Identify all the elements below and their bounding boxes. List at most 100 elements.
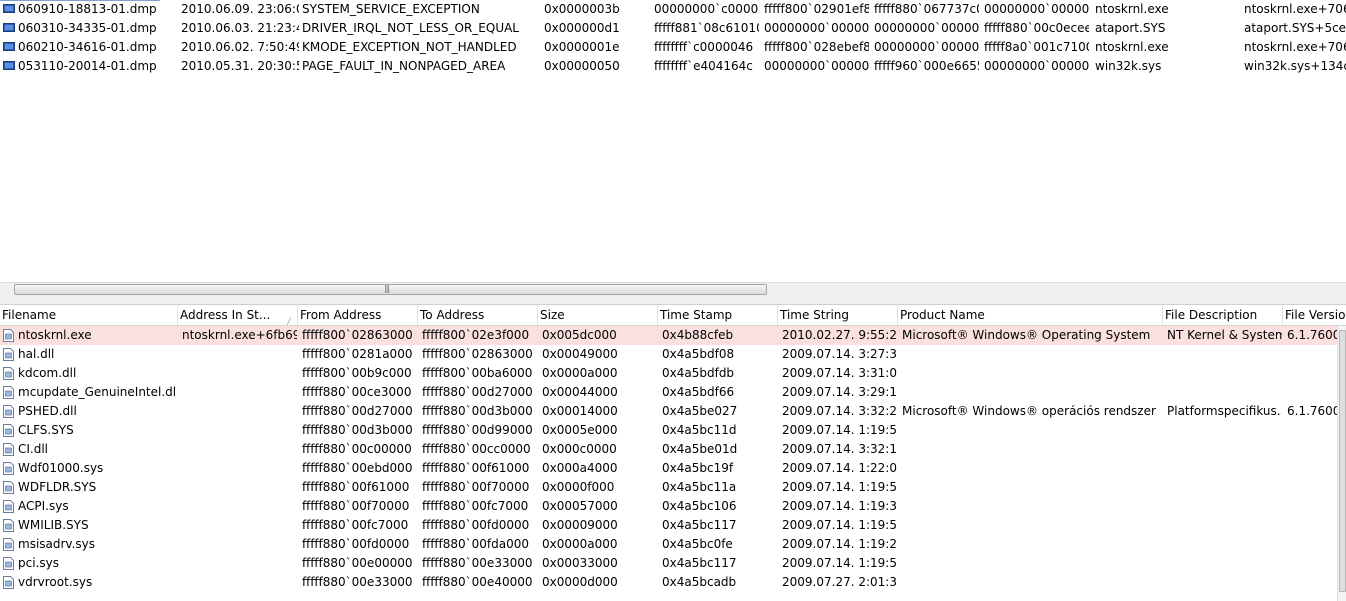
- column-header-filename[interactable]: Filename: [0, 305, 178, 325]
- column-header-from-address[interactable]: From Address: [298, 305, 418, 325]
- module-cell-filename: ACPI.sys: [18, 500, 69, 513]
- module-row[interactable]: Wdf01000.sys fffff880`00ebd000 fffff880`00…: [0, 459, 1346, 478]
- crash-dump-row[interactable]: 053110-20014-01.dmp 2010.05.31. 20:30:50 P…: [0, 57, 1346, 76]
- crash-cell-bug-check: SYSTEM_SERVICE_EXCEPTION: [302, 3, 480, 16]
- column-label: Time String: [780, 308, 849, 322]
- scrollbar-thumb[interactable]: [14, 284, 767, 295]
- module-cell-time: 2009.07.14. 1:19:34: [782, 500, 897, 513]
- module-cell-time: 2009.07.14. 3:32:13: [782, 443, 897, 456]
- module-cell-from: fffff800`0281a000: [302, 348, 413, 361]
- module-cell-time: 2009.07.14. 1:19:26: [782, 538, 897, 551]
- dump-file-icon: [3, 42, 15, 51]
- module-cell-to: fffff880`00d27000: [422, 386, 533, 399]
- module-cell-size: 0x0000a000: [542, 367, 618, 380]
- module-cell-addr-in-stack: ntoskrnl.exe+6fb69: [182, 329, 297, 342]
- module-cell-size: 0x00044000: [542, 386, 618, 399]
- module-cell-desc: NT Kernel & System: [1167, 329, 1282, 342]
- crash-dump-row[interactable]: 060210-34616-01.dmp 2010.06.02. 7:50:49 KM…: [0, 38, 1346, 57]
- crash-cell-p1: fffff881`08c61010: [654, 22, 759, 35]
- crash-cell-driver: ntoskrnl.exe: [1095, 41, 1169, 54]
- column-header-time-stamp[interactable]: Time Stamp: [658, 305, 778, 325]
- dump-file-icon: [3, 4, 15, 13]
- crash-cell-driver: ntoskrnl.exe: [1095, 3, 1169, 16]
- crash-cell-address: win32k.sys+134c09: [1244, 60, 1346, 73]
- crash-cell-p4: 00000000`000000...: [984, 3, 1089, 16]
- column-header-time-string[interactable]: Time String: [778, 305, 898, 325]
- module-cell-from: fffff880`00d3b000: [302, 424, 413, 437]
- column-header-file-version[interactable]: File Version: [1283, 305, 1346, 325]
- module-cell-to: fffff800`02863000: [422, 348, 533, 361]
- module-cell-filename: WDFLDR.SYS: [18, 481, 97, 494]
- module-cell-to: fffff880`00fd0000: [422, 519, 530, 532]
- column-header-file-description[interactable]: File Description: [1163, 305, 1283, 325]
- module-row[interactable]: PSHED.dll fffff880`00d27000 fffff880`00d3b…: [0, 402, 1346, 421]
- crash-cell-p1: 00000000`c00000...: [654, 3, 759, 16]
- module-row[interactable]: WMILIB.SYS fffff880`00fc7000 fffff880`00fd…: [0, 516, 1346, 535]
- crash-cell-time: 2010.06.09. 23:06:09: [181, 3, 299, 16]
- crash-cell-p4: fffff880`00c0ecee: [984, 22, 1089, 35]
- crash-cell-address: ntoskrnl.exe+70600: [1244, 41, 1346, 54]
- crash-dump-list: 060910-18813-01.dmp 2010.06.09. 23:06:09 S…: [0, 0, 1346, 282]
- module-cell-to: fffff880`00f61000: [422, 462, 530, 475]
- module-cell-filename: mcupdate_GenuineIntel.dll: [18, 386, 176, 399]
- column-label: To Address: [420, 308, 485, 322]
- module-cell-version: 6.1.7600.1: [1287, 329, 1337, 342]
- module-cell-time: 2009.07.27. 2:01:31: [782, 576, 897, 589]
- column-header-to-address[interactable]: To Address: [418, 305, 538, 325]
- module-row[interactable]: vdrvroot.sys fffff880`00e33000 fffff880`00…: [0, 573, 1346, 592]
- module-file-icon: [3, 386, 14, 399]
- crash-cell-bug-check: PAGE_FAULT_IN_NONPAGED_AREA: [302, 60, 506, 73]
- module-row[interactable]: CLFS.SYS fffff880`00d3b000 fffff880`00d990…: [0, 421, 1346, 440]
- module-cell-stamp: 0x4a5bdf08: [662, 348, 735, 361]
- module-row[interactable]: CI.dll fffff880`00c00000 fffff880`00cc0000…: [0, 440, 1346, 459]
- module-row[interactable]: pci.sys fffff880`00e00000 fffff880`00e3300…: [0, 554, 1346, 573]
- module-row[interactable]: mcupdate_GenuineIntel.dll fffff880`00ce30…: [0, 383, 1346, 402]
- module-cell-from: fffff800`00b9c000: [302, 367, 412, 380]
- module-file-icon: [3, 348, 14, 361]
- module-cell-product: Microsoft® Windows® Operating System: [902, 329, 1151, 342]
- crash-dump-row[interactable]: 060910-18813-01.dmp 2010.06.09. 23:06:09 S…: [0, 0, 1346, 19]
- module-row[interactable]: WDFLDR.SYS fffff880`00f61000 fffff880`00f7…: [0, 478, 1346, 497]
- crash-cell-p3: fffff960`000e6655: [874, 60, 979, 73]
- module-row[interactable]: msisadrv.sys fffff880`00fd0000 fffff880`00…: [0, 535, 1346, 554]
- vertical-scrollbar-thumb[interactable]: [1339, 330, 1346, 592]
- module-cell-to: fffff880`00f70000: [422, 481, 530, 494]
- crash-cell-code: 0x0000003b: [544, 3, 620, 16]
- column-header-size[interactable]: Size: [538, 305, 658, 325]
- crash-cell-file: 060210-34616-01.dmp: [18, 41, 157, 54]
- module-row[interactable]: ACPI.sys fffff880`00f70000 fffff880`00fc70…: [0, 497, 1346, 516]
- module-cell-stamp: 0x4a5bdfdb: [662, 367, 735, 380]
- module-file-icon: [3, 557, 14, 570]
- crash-cell-p3: 00000000`000000...: [874, 41, 979, 54]
- module-cell-filename: hal.dll: [18, 348, 55, 361]
- module-cell-filename: msisadrv.sys: [18, 538, 96, 551]
- module-cell-size: 0x00049000: [542, 348, 618, 361]
- module-cell-size: 0x000c0000: [542, 443, 617, 456]
- horizontal-scrollbar[interactable]: |||: [0, 282, 1346, 297]
- module-cell-from: fffff880`00f70000: [302, 500, 410, 513]
- module-table-header: Filename Address In St... ╱ From Address …: [0, 305, 1346, 326]
- module-cell-stamp: 0x4b88cfeb: [662, 329, 734, 342]
- dump-file-icon: [3, 23, 15, 32]
- column-header-product-name[interactable]: Product Name: [898, 305, 1163, 325]
- module-row[interactable]: hal.dll fffff800`0281a000 fffff800`0286300…: [0, 345, 1346, 364]
- module-cell-time: 2009.07.14. 1:22:07: [782, 462, 897, 475]
- module-cell-from: fffff880`00e00000: [302, 557, 413, 570]
- module-row[interactable]: ntoskrnl.exe ntoskrnl.exe+6fb69 fffff800`0…: [0, 326, 1346, 345]
- module-cell-stamp: 0x4a5be01d: [662, 443, 738, 456]
- column-label: Filename: [2, 308, 57, 322]
- module-cell-filename: Wdf01000.sys: [18, 462, 104, 475]
- crash-cell-code: 0x0000001e: [544, 41, 620, 54]
- module-cell-version: 6.1.7600.1: [1287, 405, 1337, 418]
- scrollbar-grip-icon: |||: [384, 284, 390, 293]
- crash-cell-time: 2010.06.03. 21:23:47: [181, 22, 299, 35]
- pane-splitter[interactable]: [0, 297, 1346, 305]
- column-header-address-in-stack[interactable]: Address In St... ╱: [178, 305, 298, 325]
- vertical-scrollbar[interactable]: [1337, 326, 1346, 601]
- column-label: Address In St...: [180, 308, 271, 322]
- module-row[interactable]: kdcom.dll fffff800`00b9c000 fffff800`00ba6…: [0, 364, 1346, 383]
- crash-dump-row[interactable]: 060310-34335-01.dmp 2010.06.03. 21:23:47 D…: [0, 19, 1346, 38]
- module-cell-product: Microsoft® Windows® operációs rendszer: [902, 405, 1156, 418]
- module-cell-from: fffff880`00e33000: [302, 576, 413, 589]
- module-cell-time: 2009.07.14. 3:27:36: [782, 348, 897, 361]
